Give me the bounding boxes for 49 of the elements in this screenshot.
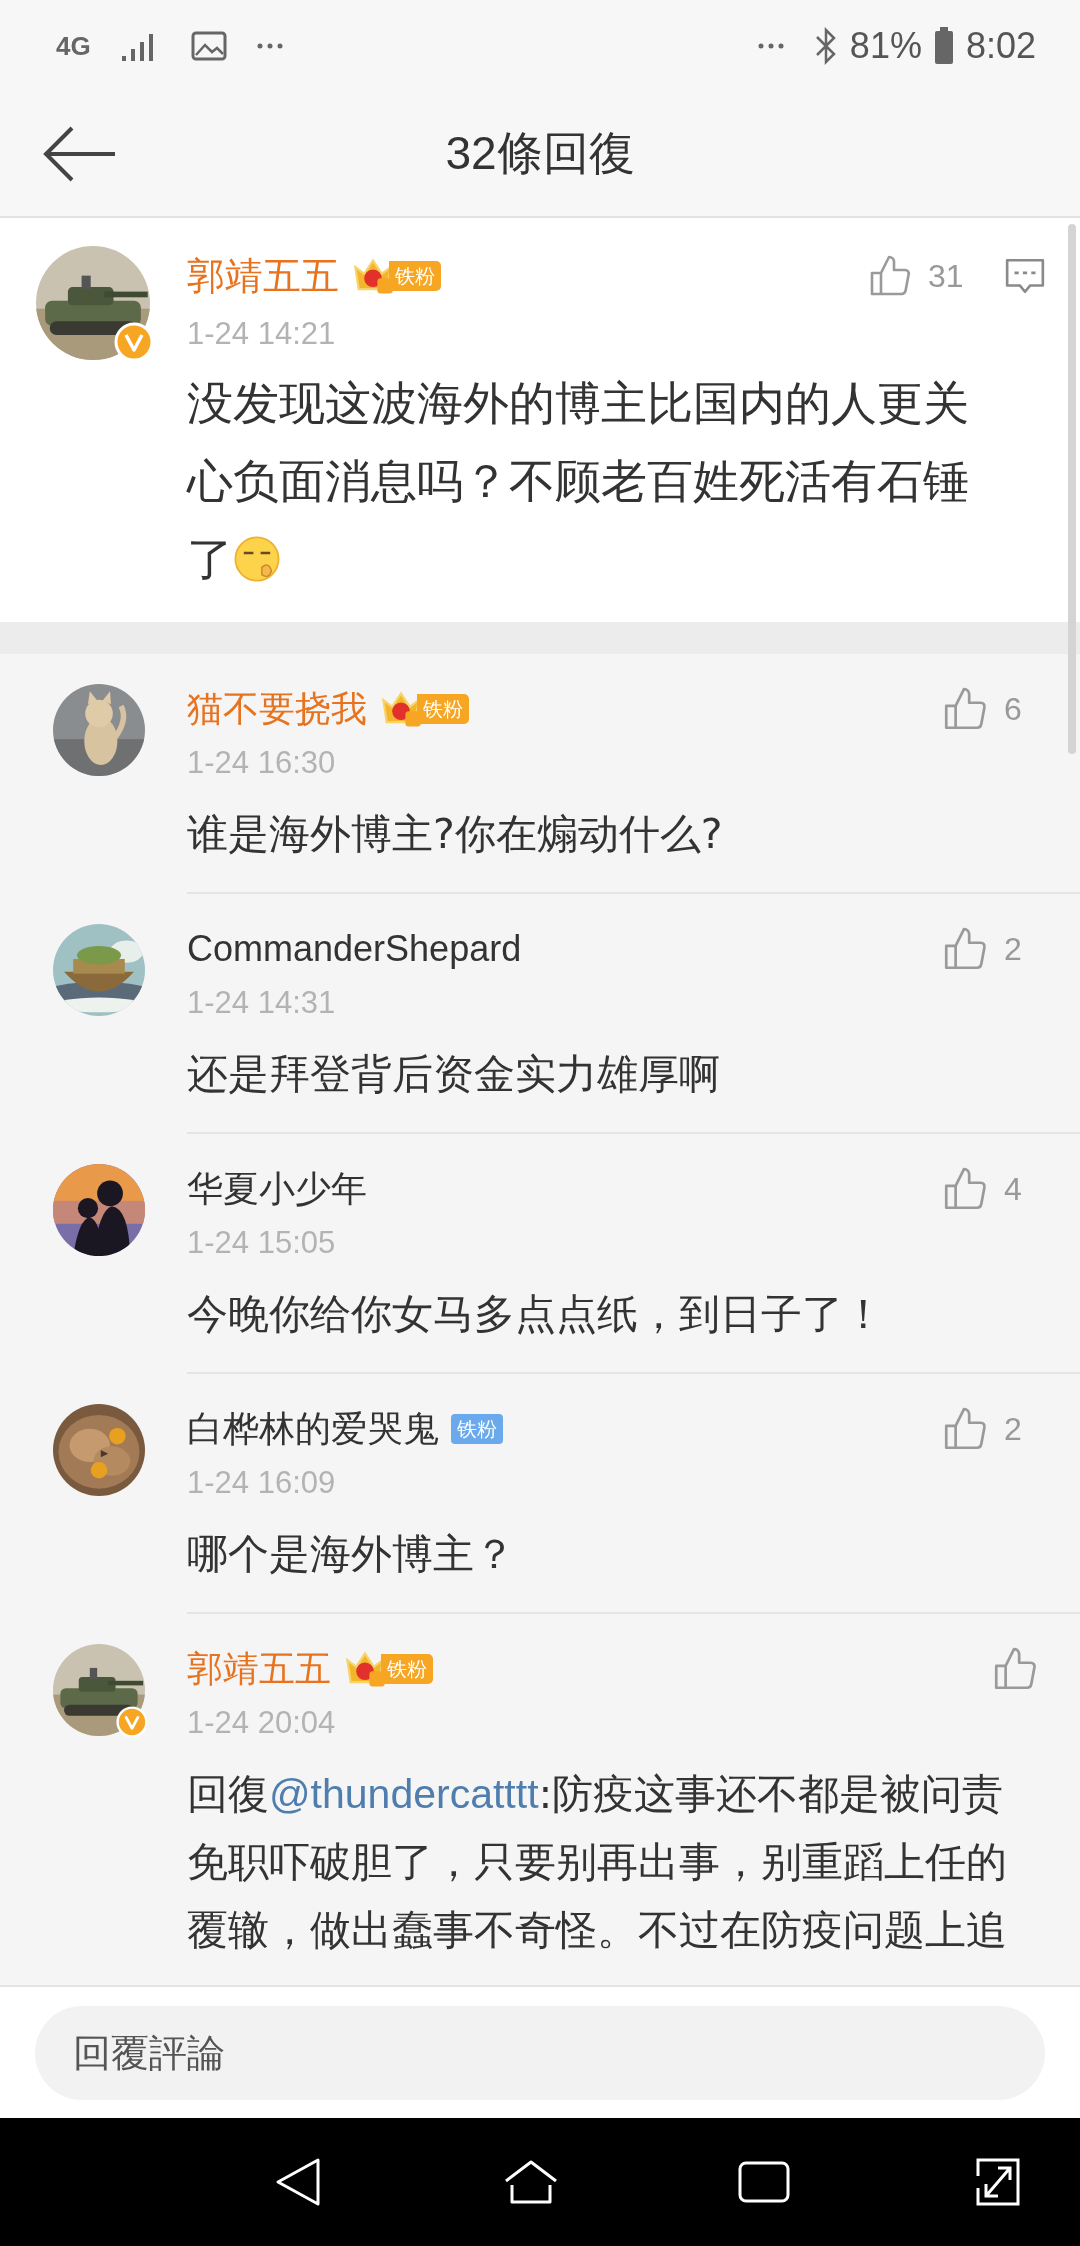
like-count: 31: [928, 257, 964, 295]
comment-text: 哪个是海外博主？: [187, 1529, 516, 1580]
battery-icon: [933, 27, 954, 65]
more-icon: [256, 42, 283, 50]
network-type: 4G: [56, 30, 91, 62]
comment-text: 谁是海外博主?你在煽动什么?: [187, 809, 724, 860]
user-name[interactable]: 郭靖五五: [187, 1644, 331, 1694]
user-name[interactable]: 郭靖五五: [187, 250, 339, 302]
fan-badge: 铁粉: [417, 694, 469, 724]
mention-link[interactable]: @thundercatttt: [269, 1771, 539, 1817]
like-count: 4: [1004, 1170, 1023, 1208]
timestamp: 1-24 14:21: [187, 315, 337, 353]
like-count: 6: [1004, 690, 1023, 728]
fan-badge: 铁粉: [381, 1654, 433, 1684]
user-name[interactable]: CommanderShepard: [187, 928, 522, 970]
clock: 8:02: [965, 25, 1036, 67]
like-button[interactable]: 2: [940, 924, 1040, 974]
more-icon: [757, 42, 784, 50]
scrollbar[interactable]: [1068, 224, 1076, 754]
comment-button[interactable]: [1004, 257, 1046, 295]
fan-badge: 铁粉: [389, 261, 441, 291]
image-icon: [190, 31, 227, 61]
timestamp: 1-24 16:09: [187, 1464, 337, 1502]
comment-text: 还是拜登背后资金实力雄厚啊: [187, 1049, 721, 1100]
like-button[interactable]: 31: [866, 252, 964, 300]
timestamp: 1-24 20:04: [187, 1704, 337, 1742]
page-title: 32條回復: [445, 126, 635, 181]
user-name[interactable]: 华夏小少年: [187, 1164, 367, 1214]
timestamp: 1-24 14:31: [187, 984, 337, 1022]
like-button[interactable]: 4: [940, 1164, 1040, 1214]
comment-text: 没发现这波海外的博主比国内的人更关心负面消息吗？不顾老百姓死活有石锤了: [187, 375, 970, 588]
like-button[interactable]: 6: [940, 684, 1040, 734]
reply-input-field[interactable]: 回覆評論: [35, 2005, 1045, 2100]
crown-icon: [379, 689, 423, 729]
fan-badge: 铁粉: [451, 1414, 503, 1444]
like-count: 2: [1004, 930, 1023, 968]
timestamp: 1-24 15:05: [187, 1224, 337, 1262]
crown-icon: [343, 1649, 387, 1689]
crown-icon: [351, 256, 395, 296]
like-button[interactable]: 2: [940, 1404, 1040, 1454]
battery-percent: 81%: [849, 25, 922, 67]
timestamp: 1-24 16:30: [187, 744, 337, 782]
user-name[interactable]: 白桦林的爱哭鬼: [187, 1404, 439, 1454]
user-name[interactable]: 猫不要挠我: [187, 684, 367, 734]
comment-text: 回復@thundercatttt:防疫这事还不都是被问责免职吓破胆了，只要别再出事，别重蹈上任的覆辙，做出蠢事不奇怪。不过在防疫问题上追: [187, 1769, 1008, 1956]
comment-text: 今晚你给你女马多点点纸，到日子了！: [187, 1289, 885, 1340]
emoji-icon: [233, 535, 281, 583]
like-count: 2: [1004, 1410, 1023, 1448]
bluetooth-icon: [813, 27, 838, 65]
